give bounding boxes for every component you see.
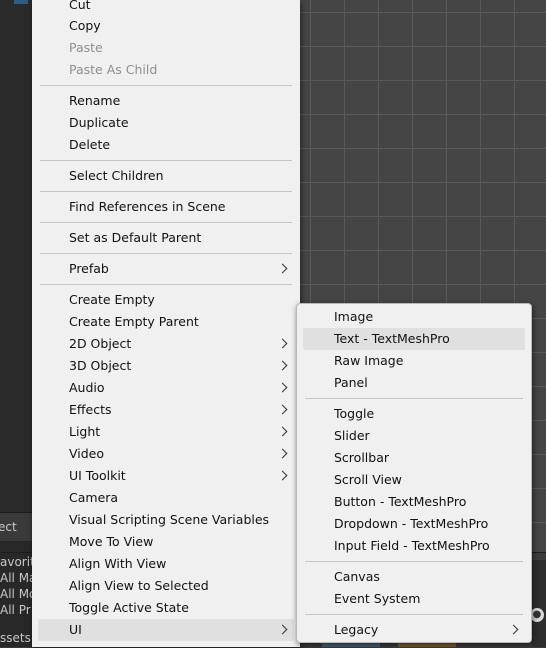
assets-folder[interactable]: ssets xyxy=(0,630,32,647)
menu-separator xyxy=(40,284,292,285)
chevron-right-icon xyxy=(277,382,288,393)
hierarchy-context-menu: Cut Copy Paste Paste As Child Rename Dup… xyxy=(32,0,300,647)
menu-item-prefab[interactable]: Prefab xyxy=(38,258,294,280)
menu-item-rename[interactable]: Rename xyxy=(38,90,294,112)
submenu-item-scroll-view[interactable]: Scroll View xyxy=(303,469,525,491)
menu-item-create-empty[interactable]: Create Empty xyxy=(38,289,294,311)
chevron-right-icon xyxy=(277,404,288,415)
project-scrollbar[interactable] xyxy=(532,560,546,647)
submenu-item-panel[interactable]: Panel xyxy=(303,372,525,394)
favorites-header[interactable]: avorit xyxy=(0,554,32,570)
submenu-item-canvas[interactable]: Canvas xyxy=(303,566,525,588)
submenu-item-text-textmeshpro[interactable]: Text - TextMeshPro xyxy=(303,328,525,350)
menu-separator xyxy=(40,222,292,223)
menu-item-paste: Paste xyxy=(69,40,103,55)
menu-item-paste-as-child: Paste As Child xyxy=(69,62,158,77)
menu-separator xyxy=(40,160,292,161)
submenu-item-raw-image[interactable]: Raw Image xyxy=(303,350,525,372)
menu-item-duplicate[interactable]: Duplicate xyxy=(38,112,294,134)
menu-item-video[interactable]: Video xyxy=(38,443,294,465)
chevron-right-icon xyxy=(508,624,519,635)
menu-item-light[interactable]: Light xyxy=(38,421,294,443)
menu-item-camera[interactable]: Camera xyxy=(38,487,294,509)
menu-item-2d-object[interactable]: 2D Object xyxy=(38,333,294,355)
chevron-right-icon xyxy=(277,338,288,349)
menu-item-find-references[interactable]: Find References in Scene xyxy=(38,196,294,218)
menu-item-cut[interactable]: Cut xyxy=(38,0,294,16)
submenu-item-legacy[interactable]: Legacy xyxy=(303,619,525,641)
menu-item-effects[interactable]: Effects xyxy=(38,399,294,421)
menu-separator xyxy=(305,398,523,399)
menu-item-select-children[interactable]: Select Children xyxy=(38,165,294,187)
project-tab-bar[interactable]: ect xyxy=(0,512,32,541)
submenu-item-scrollbar[interactable]: Scrollbar xyxy=(303,447,525,469)
chevron-right-icon xyxy=(277,360,288,371)
panel-divider xyxy=(0,552,32,553)
menu-separator xyxy=(40,85,292,86)
chevron-right-icon xyxy=(277,470,288,481)
submenu-item-event-system[interactable]: Event System xyxy=(303,588,525,610)
favorites-item[interactable]: All Ma xyxy=(0,570,32,586)
project-tab-label: ect xyxy=(0,520,17,534)
menu-item-audio[interactable]: Audio xyxy=(38,377,294,399)
ui-submenu: Image Text - TextMeshPro Raw Image Panel… xyxy=(296,303,532,643)
chevron-right-icon xyxy=(277,448,288,459)
menu-item-3d-object[interactable]: 3D Object xyxy=(38,355,294,377)
menu-item-ui[interactable]: UI xyxy=(38,619,294,641)
submenu-item-dropdown-textmeshpro[interactable]: Dropdown - TextMeshPro xyxy=(303,513,525,535)
menu-separator xyxy=(40,191,292,192)
submenu-item-image[interactable]: Image xyxy=(303,306,525,328)
menu-item-ui-toolkit[interactable]: UI Toolkit xyxy=(38,465,294,487)
menu-separator xyxy=(305,561,523,562)
menu-item-align-with-view[interactable]: Align With View xyxy=(38,553,294,575)
menu-item-align-view-to-selected[interactable]: Align View to Selected xyxy=(38,575,294,597)
menu-separator xyxy=(305,614,523,615)
slider-handle-icon[interactable]: ● xyxy=(530,608,544,622)
menu-item-set-default-parent[interactable]: Set as Default Parent xyxy=(38,227,294,249)
submenu-item-toggle[interactable]: Toggle xyxy=(303,403,525,425)
menu-item-copy[interactable]: Copy xyxy=(38,15,294,37)
hierarchy-list xyxy=(0,0,32,512)
chevron-right-icon xyxy=(277,624,288,635)
chevron-right-icon xyxy=(277,263,288,274)
menu-item-move-to-view[interactable]: Move To View xyxy=(38,531,294,553)
menu-separator xyxy=(40,253,292,254)
favorites-item[interactable]: All Pr xyxy=(0,602,32,618)
submenu-item-input-field-textmeshpro[interactable]: Input Field - TextMeshPro xyxy=(303,535,525,557)
submenu-item-slider[interactable]: Slider xyxy=(303,425,525,447)
menu-item-create-empty-parent[interactable]: Create Empty Parent xyxy=(38,311,294,333)
menu-item-toggle-active-state[interactable]: Toggle Active State xyxy=(38,597,294,619)
selected-hierarchy-item[interactable] xyxy=(14,0,28,4)
menu-item-visual-scripting-scene-variables[interactable]: Visual Scripting Scene Variables xyxy=(38,509,294,531)
favorites-item[interactable]: All Mo xyxy=(0,586,32,602)
chevron-right-icon xyxy=(277,426,288,437)
menu-item-delete[interactable]: Delete xyxy=(38,134,294,156)
submenu-item-button-textmeshpro[interactable]: Button - TextMeshPro xyxy=(303,491,525,513)
